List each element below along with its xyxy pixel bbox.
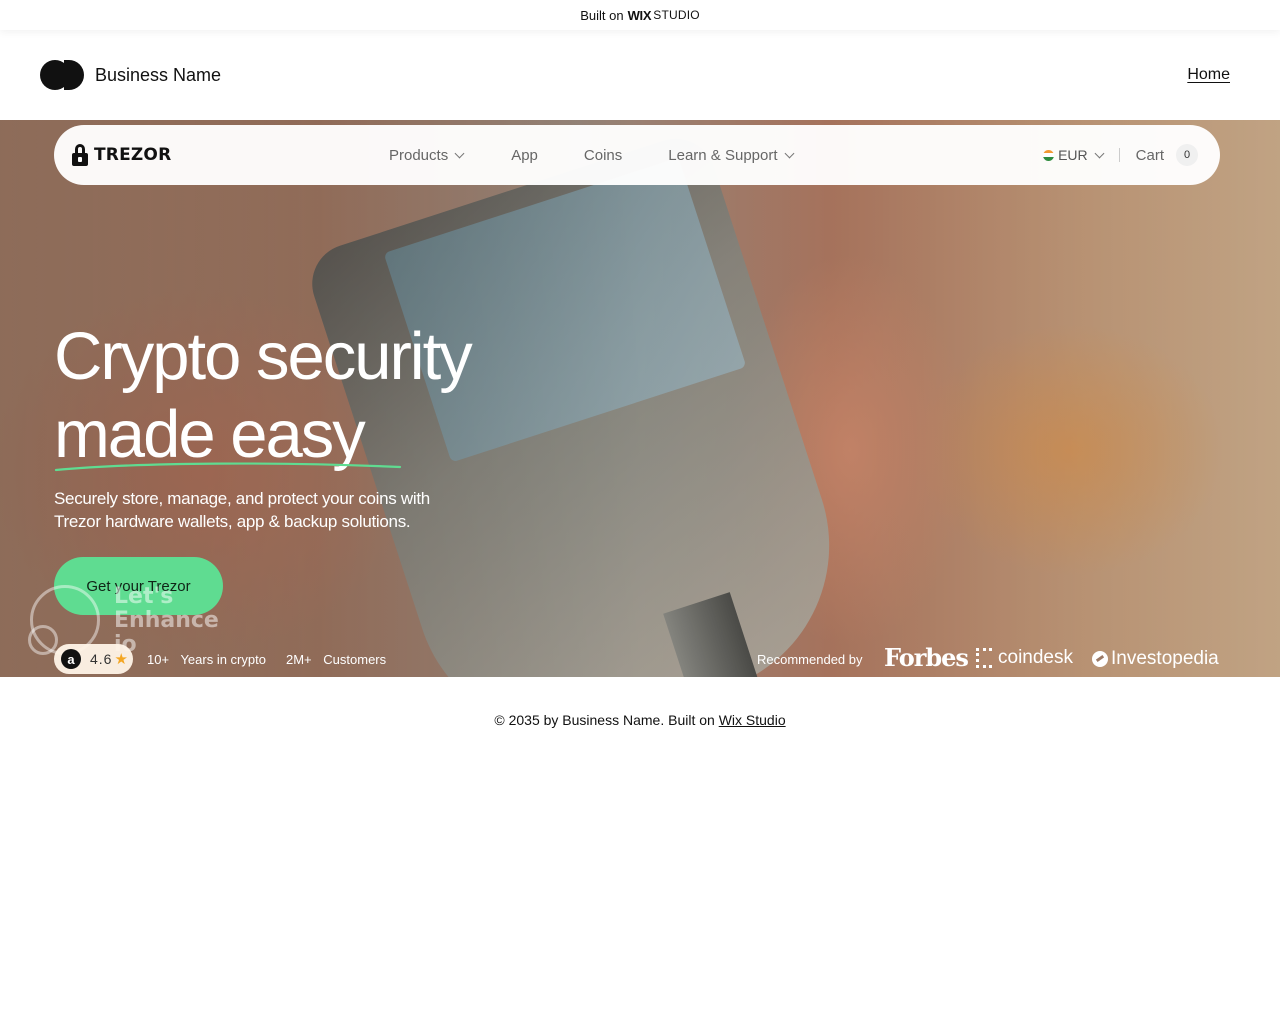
business-logo-icon[interactable] bbox=[40, 60, 86, 90]
hero-subtitle: Securely store, manage, and protect your… bbox=[54, 487, 494, 533]
wix-logo: WIX bbox=[627, 7, 652, 23]
stat-label: Customers bbox=[323, 652, 387, 667]
menu-item-label: Learn & Support bbox=[668, 146, 778, 164]
hero-section: TREZOR Products App Coins Learn & Suppor… bbox=[0, 120, 1280, 677]
coindesk-icon bbox=[976, 648, 992, 668]
wix-banner-prefix: Built on bbox=[580, 7, 624, 23]
hero-subtitle-line2: Trezor hardware wallets, app & backup so… bbox=[54, 512, 411, 531]
menu-item-label: Coins bbox=[583, 146, 623, 164]
menu-item-learn-support[interactable]: Learn & Support bbox=[668, 146, 794, 164]
cart-button[interactable]: Cart 0 bbox=[1136, 144, 1198, 166]
currency-label: EUR bbox=[1058, 147, 1088, 163]
chevron-down-icon bbox=[784, 148, 794, 158]
currency-selector[interactable]: EUR bbox=[1043, 147, 1105, 163]
amazon-icon: a bbox=[61, 649, 81, 669]
flag-icon bbox=[1043, 149, 1055, 161]
trezor-logo-text: TREZOR bbox=[94, 145, 172, 165]
stat-number: 2M+ bbox=[286, 652, 312, 667]
title-underline-stroke bbox=[54, 462, 402, 472]
trezor-menu: Products App Coins Learn & Support bbox=[389, 125, 839, 185]
hero-title: Crypto security made easy bbox=[54, 318, 614, 474]
site-footer: © 2035 by Business Name. Built on Wix St… bbox=[0, 712, 1280, 728]
investopedia-logo: Investopedia bbox=[1092, 648, 1219, 670]
menu-item-label: Products bbox=[389, 146, 449, 164]
amazon-rating-badge[interactable]: a 4.6 ★ bbox=[54, 644, 133, 674]
trezor-navbar: TREZOR Products App Coins Learn & Suppor… bbox=[54, 125, 1220, 185]
lock-icon bbox=[72, 144, 88, 166]
stat-years: 10+ Years in crypto bbox=[147, 652, 266, 667]
hero-title-line1: Crypto security bbox=[54, 319, 473, 394]
chevron-down-icon bbox=[1094, 148, 1105, 158]
coindesk-logo: coindesk bbox=[976, 647, 1073, 669]
trezor-nav-right: EUR Cart 0 bbox=[1043, 125, 1198, 185]
cart-count-badge: 0 bbox=[1176, 144, 1198, 166]
cart-label: Cart bbox=[1135, 146, 1164, 164]
nav-home-link[interactable]: Home bbox=[1187, 66, 1230, 84]
menu-item-label: App bbox=[511, 146, 538, 164]
recommended-by-label: Recommended by bbox=[757, 652, 863, 667]
trezor-logo[interactable]: TREZOR bbox=[72, 144, 171, 166]
nav-divider bbox=[1118, 148, 1120, 162]
rating-value: 4.6 bbox=[90, 651, 113, 667]
business-name[interactable]: Business Name bbox=[95, 65, 221, 86]
stat-number: 10+ bbox=[147, 652, 170, 667]
wix-studio-label: STUDIO bbox=[653, 8, 700, 22]
menu-item-app[interactable]: App bbox=[511, 147, 538, 164]
menu-item-coins[interactable]: Coins bbox=[584, 147, 622, 164]
hero-subtitle-line1: Securely store, manage, and protect your… bbox=[54, 489, 430, 508]
star-icon: ★ bbox=[114, 651, 128, 668]
stat-label: Years in crypto bbox=[180, 652, 266, 667]
chevron-down-icon bbox=[454, 148, 465, 158]
footer-text: © 2035 by Business Name. Built on bbox=[494, 712, 715, 728]
investopedia-icon bbox=[1092, 651, 1108, 667]
stat-customers: 2M+ Customers bbox=[286, 652, 386, 667]
site-header: Business Name Home bbox=[0, 30, 1280, 120]
menu-item-products[interactable]: Products bbox=[389, 146, 465, 164]
footer-wix-studio-link[interactable]: Wix Studio bbox=[719, 712, 786, 728]
forbes-logo: Forbes bbox=[884, 643, 969, 672]
wix-banner[interactable]: Built on WIX STUDIO bbox=[0, 0, 1280, 30]
